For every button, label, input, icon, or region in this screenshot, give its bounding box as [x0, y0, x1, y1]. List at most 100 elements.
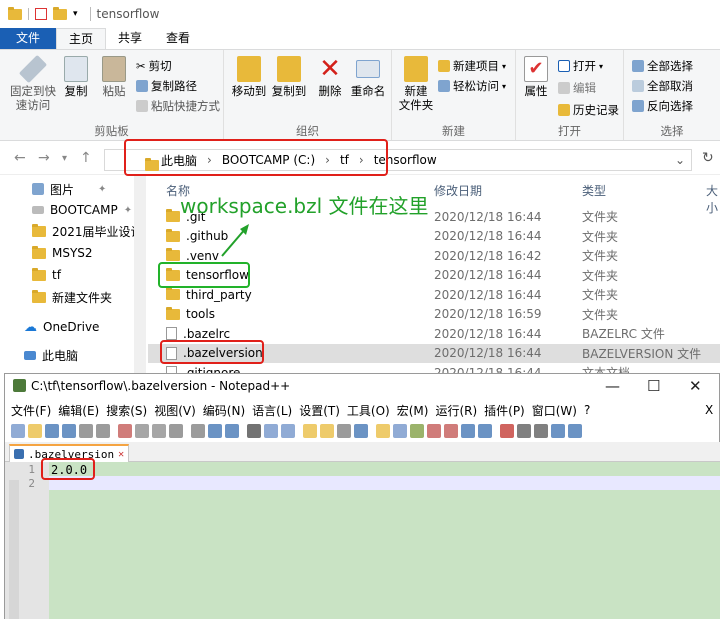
toolbar-button-icon[interactable]	[376, 424, 390, 438]
toolbar-button-icon[interactable]	[62, 424, 76, 438]
tab-share[interactable]: 共享	[106, 28, 154, 49]
back-arrow-icon[interactable]: ←	[14, 150, 26, 166]
copy-to-button[interactable]: 复制到	[270, 56, 308, 98]
new-folder-icon[interactable]	[53, 6, 67, 20]
tab-home[interactable]: 主页	[56, 28, 107, 49]
toolbar-button-icon[interactable]	[393, 424, 407, 438]
toolbar-button-icon[interactable]	[96, 424, 110, 438]
move-to-button[interactable]: 移动到	[230, 56, 268, 98]
paste-button[interactable]: 粘贴	[98, 56, 130, 98]
dropdown-icon[interactable]: ▾	[73, 9, 78, 19]
toolbar-button-icon[interactable]	[247, 424, 261, 438]
menu-tools[interactable]: 工具(O)	[347, 402, 390, 419]
toolbar-button-icon[interactable]	[500, 424, 514, 438]
open-button[interactable]: 打开 ▾	[558, 58, 603, 74]
copy-path-button[interactable]: 复制路径	[136, 78, 197, 94]
toolbar-button-icon[interactable]	[208, 424, 222, 438]
menu-help[interactable]: ?	[584, 403, 590, 417]
copy-button[interactable]: 复制	[60, 56, 92, 98]
toolbar-button-icon[interactable]	[461, 424, 475, 438]
toolbar-button-icon[interactable]	[478, 424, 492, 438]
tab-close-icon[interactable]: ✕	[118, 449, 124, 460]
toolbar-button-icon[interactable]	[118, 424, 132, 438]
menu-encoding[interactable]: 编码(N)	[203, 402, 245, 419]
column-header-date[interactable]: 修改日期	[434, 182, 482, 199]
toolbar-button-icon[interactable]	[45, 424, 59, 438]
sidebar-item-this-pc[interactable]: 此电脑	[24, 345, 78, 365]
editor-area[interactable]: 1 2 2.0.0	[5, 458, 720, 619]
history-button[interactable]: 历史记录	[558, 102, 619, 118]
sidebar-item-new-folder[interactable]: 新建文件夹	[32, 287, 112, 307]
properties-button[interactable]: ✔ 属性	[520, 56, 552, 98]
sidebar-item-onedrive[interactable]: ☁ OneDrive	[24, 317, 99, 337]
toolbar-button-icon[interactable]	[11, 424, 25, 438]
refresh-icon[interactable]: ↻	[702, 150, 714, 166]
toolbar-button-icon[interactable]	[169, 424, 183, 438]
recent-dropdown-icon[interactable]: ▾	[62, 153, 67, 164]
checkbox-icon[interactable]	[35, 8, 47, 20]
menu-view[interactable]: 视图(V)	[154, 402, 196, 419]
sidebar-item-graduation[interactable]: 2021届毕业设计	[32, 221, 143, 241]
toolbar-button-icon[interactable]	[225, 424, 239, 438]
close-doc-button[interactable]: X	[705, 403, 713, 417]
edit-icon	[558, 82, 570, 94]
toolbar-button-icon[interactable]	[281, 424, 295, 438]
maximize-icon[interactable]: ☐	[647, 377, 660, 395]
menu-search[interactable]: 搜索(S)	[106, 402, 147, 419]
toolbar-button-icon[interactable]	[264, 424, 278, 438]
edit-button[interactable]: 编辑	[558, 80, 596, 96]
sidebar-item-tf[interactable]: tf	[32, 265, 61, 285]
toolbar-button-icon[interactable]	[191, 424, 205, 438]
sidebar-item-pictures[interactable]: 图片 ✦	[32, 179, 106, 199]
sidebar-item-msys2[interactable]: MSYS2	[32, 243, 93, 263]
pin-quick-access-button[interactable]: 固定到快 速访问	[8, 54, 58, 112]
cut-button[interactable]: ✂ 剪切	[136, 58, 172, 74]
minimize-icon[interactable]: —	[605, 377, 620, 395]
close-icon[interactable]: ✕	[689, 377, 702, 395]
menu-run[interactable]: 运行(R)	[435, 402, 477, 419]
toolbar-button-icon[interactable]	[410, 424, 424, 438]
toolbar-button-icon[interactable]	[79, 424, 93, 438]
toolbar-button-icon[interactable]	[303, 424, 317, 438]
file-row[interactable]: tools 2020/12/18 16:59 文件夹	[148, 305, 720, 324]
invert-selection-button[interactable]: 反向选择	[632, 98, 693, 114]
tab-file[interactable]: 文件	[0, 28, 56, 49]
tab-view[interactable]: 查看	[154, 28, 202, 49]
menu-language[interactable]: 语言(L)	[252, 402, 292, 419]
up-arrow-icon[interactable]: ↑	[80, 150, 92, 166]
toolbar-button-icon[interactable]	[135, 424, 149, 438]
select-none-button[interactable]: 全部取消	[632, 78, 693, 94]
folder-icon	[166, 287, 180, 300]
quick-access-toolbar: ▾ tensorflow	[0, 0, 720, 28]
column-header-type[interactable]: 类型	[582, 182, 606, 199]
paste-shortcut-button[interactable]: 粘贴快捷方式	[136, 98, 220, 114]
toolbar-button-icon[interactable]	[568, 424, 582, 438]
menu-window[interactable]: 窗口(W)	[532, 402, 577, 419]
new-folder-button[interactable]: 新建 文件夹	[396, 56, 436, 112]
address-dropdown-icon[interactable]: ⌄	[675, 153, 685, 167]
toolbar-button-icon[interactable]	[152, 424, 166, 438]
menu-file[interactable]: 文件(F)	[11, 402, 51, 419]
toolbar-button-icon[interactable]	[517, 424, 531, 438]
toolbar-button-icon[interactable]	[320, 424, 334, 438]
toolbar-button-icon[interactable]	[534, 424, 548, 438]
menu-macro[interactable]: 宏(M)	[397, 402, 429, 419]
select-all-button[interactable]: 全部选择	[632, 58, 693, 74]
sidebar-scrollbar[interactable]	[134, 176, 146, 375]
new-item-button[interactable]: 新建项目 ▾	[438, 58, 506, 74]
delete-button[interactable]: ✕ 删除	[316, 56, 344, 98]
menu-edit[interactable]: 编辑(E)	[58, 402, 99, 419]
menu-plugins[interactable]: 插件(P)	[484, 402, 525, 419]
toolbar-button-icon[interactable]	[354, 424, 368, 438]
toolbar-button-icon[interactable]	[427, 424, 441, 438]
sidebar-item-bootcamp[interactable]: BOOTCAMP ✦	[32, 200, 132, 220]
toolbar-button-icon[interactable]	[551, 424, 565, 438]
toolbar-button-icon[interactable]	[444, 424, 458, 438]
toolbar-button-icon[interactable]	[28, 424, 42, 438]
easy-access-button[interactable]: 轻松访问 ▾	[438, 78, 506, 94]
forward-arrow-icon[interactable]: →	[38, 150, 50, 166]
menu-settings[interactable]: 设置(T)	[299, 402, 340, 419]
toolbar-button-icon[interactable]	[337, 424, 351, 438]
folder-icon	[166, 248, 180, 261]
rename-button[interactable]: 重命名	[348, 56, 388, 98]
